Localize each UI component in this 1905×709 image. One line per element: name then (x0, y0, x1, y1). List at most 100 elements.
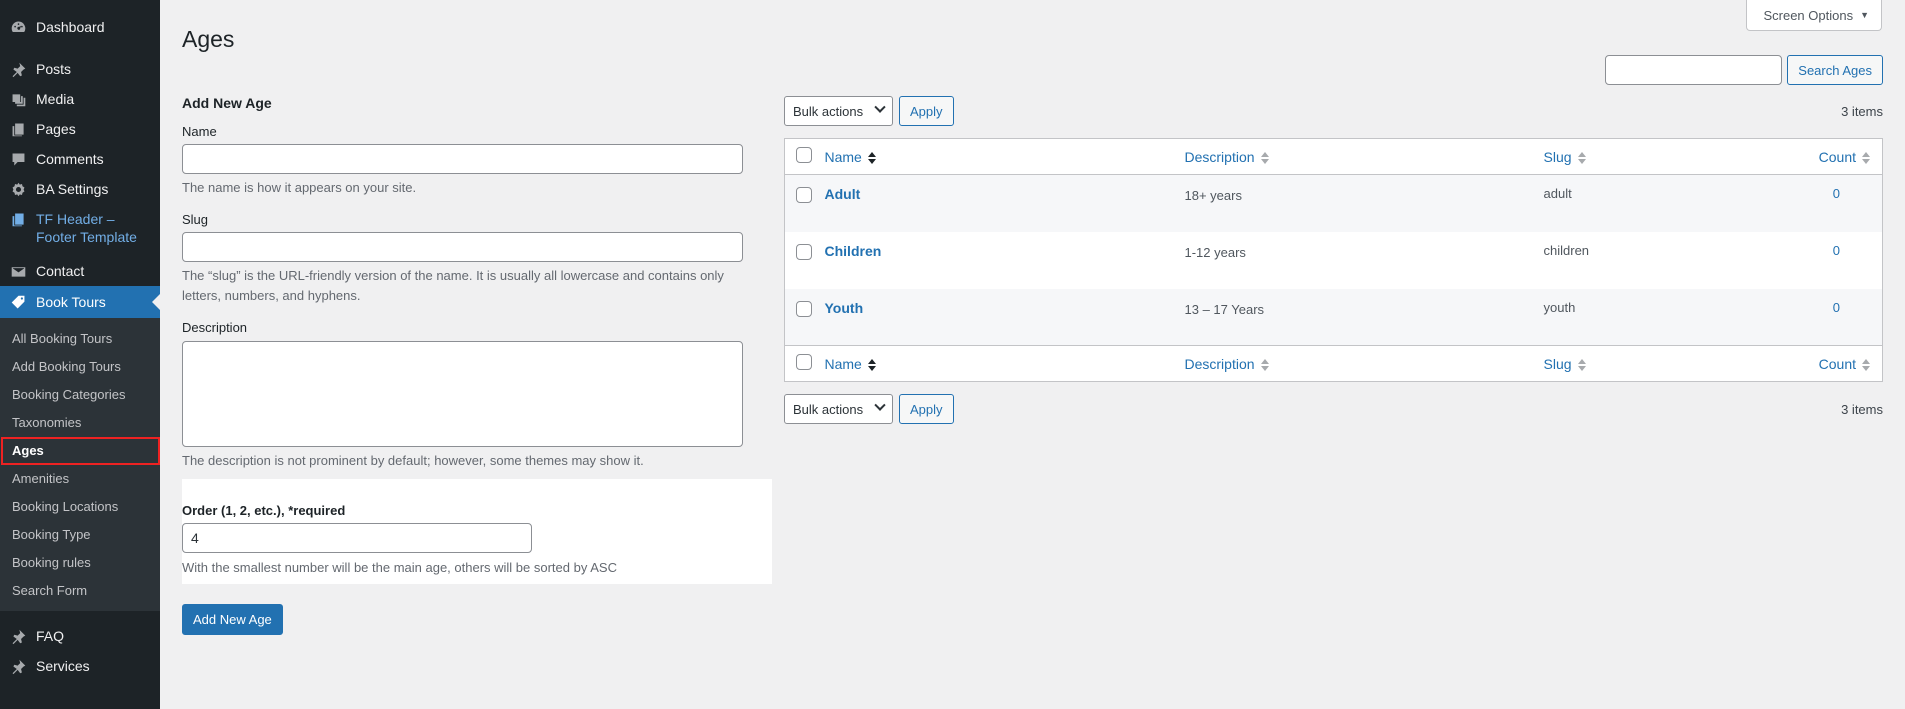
column-footer-count[interactable]: Count (1684, 345, 1883, 382)
sidebar-item-ba-settings[interactable]: BA Settings (0, 174, 160, 204)
column-header-slug[interactable]: Slug (1543, 138, 1685, 175)
sidebar-item-dashboard[interactable]: Dashboard (0, 12, 160, 42)
sidebar-item-label: Dashboard (36, 19, 105, 35)
table-header-row: Name Description Slug Count (784, 138, 1883, 175)
sidebar-item-tf-header-footer[interactable]: TF Header – Footer Template (0, 204, 160, 252)
submenu-item-booking-categories[interactable]: Booking Categories (0, 381, 160, 409)
slug-label: Slug (182, 212, 209, 228)
column-label: Slug (1543, 355, 1572, 372)
submenu-item-booking-type[interactable]: Booking Type (0, 521, 160, 549)
submenu-item-all-booking-tours[interactable]: All Booking Tours (0, 325, 160, 353)
description-textarea[interactable] (182, 340, 743, 447)
sidebar-item-comments[interactable]: Comments (0, 144, 160, 174)
name-label: Name (182, 123, 217, 139)
sidebar-item-media[interactable]: Media (0, 84, 160, 114)
chevron-down-icon (874, 101, 886, 113)
screen-options-button[interactable]: Screen Options ▼ (1746, 0, 1882, 31)
bulk-actions-select[interactable]: Bulk actions (784, 96, 893, 126)
row-count-link[interactable]: 0 (1685, 175, 1883, 232)
search-input[interactable] (1605, 55, 1783, 85)
media-icon (9, 90, 27, 108)
sidebar-item-pages[interactable]: Pages (0, 114, 160, 144)
table-row: Adult 18+ years adult 0 (784, 174, 1883, 232)
sidebar-item-label: Contact (36, 263, 85, 279)
row-name-cell: Children (825, 232, 1185, 289)
tag-icon (9, 293, 27, 311)
submenu-item-booking-rules[interactable]: Booking rules (0, 549, 160, 577)
search-box: Search Ages (1605, 55, 1883, 85)
row-description: 13 – 17 Years (1184, 301, 1265, 317)
gear-icon (9, 180, 27, 198)
sidebar-item-contact[interactable]: Contact (0, 256, 160, 286)
row-checkbox-cell (785, 232, 825, 289)
order-hint: With the smallest number will be the mai… (182, 560, 617, 576)
column-footer-description[interactable]: Description (1184, 345, 1544, 382)
menu-separator (0, 42, 160, 54)
main-content: Screen Options ▼ Ages Search Ages Add Ne… (182, 0, 1905, 709)
sort-arrows-icon (1260, 151, 1269, 164)
submenu-item-add-booking-tours[interactable]: Add Booking Tours (0, 353, 160, 381)
submenu-item-amenities[interactable]: Amenities (0, 465, 160, 493)
sidebar-item-posts[interactable]: Posts (0, 54, 160, 84)
sidebar-item-services[interactable]: Services (0, 651, 160, 681)
ages-list: Bulk actions Apply 3 items Name Descript… (784, 96, 1883, 424)
table-row: Youth 13 – 17 Years youth 0 (784, 288, 1883, 346)
chevron-down-icon (874, 399, 886, 411)
items-count: 3 items (1841, 103, 1883, 119)
order-label: Order (1, 2, etc.), *required (182, 503, 346, 519)
row-slug: youth (1543, 299, 1576, 315)
sidebar-item-label: Media (36, 91, 75, 107)
apply-button[interactable]: Apply (899, 96, 954, 126)
sidebar-item-label: Posts (36, 61, 72, 77)
term-name-link[interactable]: Children (825, 243, 882, 259)
column-label: Count (1818, 148, 1856, 165)
apply-button[interactable]: Apply (899, 394, 954, 424)
column-footer-name[interactable]: Name (824, 345, 1185, 382)
name-hint: The name is how it appears on your site. (182, 179, 417, 195)
column-footer-slug[interactable]: Slug (1543, 345, 1685, 382)
screen-options-label: Screen Options (1763, 7, 1854, 23)
sort-arrows-icon (867, 151, 876, 164)
row-slug: children (1543, 242, 1590, 258)
description-hint: The description is not prominent by defa… (182, 452, 644, 468)
submenu-item-ages[interactable]: Ages (1, 437, 160, 465)
select-all-checkbox[interactable] (796, 147, 812, 163)
sidebar-item-label: Pages (36, 121, 76, 137)
dashboard-icon (9, 18, 27, 36)
submenu-item-booking-locations[interactable]: Booking Locations (0, 493, 160, 521)
row-slug: adult (1543, 186, 1572, 201)
column-label: Name (824, 148, 862, 165)
row-count-link[interactable]: 0 (1685, 289, 1883, 346)
add-new-age-button[interactable]: Add New Age (182, 604, 283, 636)
submenu-item-search-form[interactable]: Search Form (0, 577, 160, 605)
column-header-name[interactable]: Name (824, 138, 1185, 175)
bulk-actions-label: Bulk actions (793, 103, 864, 119)
sidebar-item-faq[interactable]: FAQ (0, 621, 160, 651)
submenu-item-taxonomies[interactable]: Taxonomies (0, 409, 160, 437)
select-all-checkbox[interactable] (796, 354, 812, 370)
name-input[interactable] (182, 143, 743, 174)
column-header-count[interactable]: Count (1684, 138, 1883, 175)
sort-arrows-icon (1260, 358, 1269, 371)
bulk-actions-label: Bulk actions (793, 401, 864, 417)
slug-input[interactable] (182, 232, 743, 263)
column-label: Description (1184, 355, 1255, 372)
term-name-link[interactable]: Youth (825, 300, 864, 316)
row-checkbox[interactable] (796, 243, 812, 260)
term-name-link[interactable]: Adult (825, 186, 861, 202)
column-header-description[interactable]: Description (1184, 138, 1544, 175)
pages-icon (9, 210, 27, 228)
search-ages-button[interactable]: Search Ages (1787, 55, 1883, 85)
items-count: 3 items (1841, 401, 1883, 417)
add-new-age-form: Add New Age Name The name is how it appe… (182, 94, 772, 636)
bulk-actions-select[interactable]: Bulk actions (784, 394, 893, 424)
row-checkbox[interactable] (796, 187, 812, 203)
row-checkbox[interactable] (796, 300, 812, 317)
sidebar-item-book-tours[interactable]: Book Tours (0, 286, 160, 318)
sidebar-item-label: Book Tours (36, 294, 106, 310)
order-input[interactable]: 4 (182, 523, 532, 554)
ages-table: Name Description Slug Count Adult 18+ ye… (784, 138, 1883, 382)
column-label: Description (1184, 148, 1255, 165)
row-count-link[interactable]: 0 (1685, 232, 1883, 289)
slug-hint: The “slug” is the URL-friendly version o… (182, 268, 724, 303)
